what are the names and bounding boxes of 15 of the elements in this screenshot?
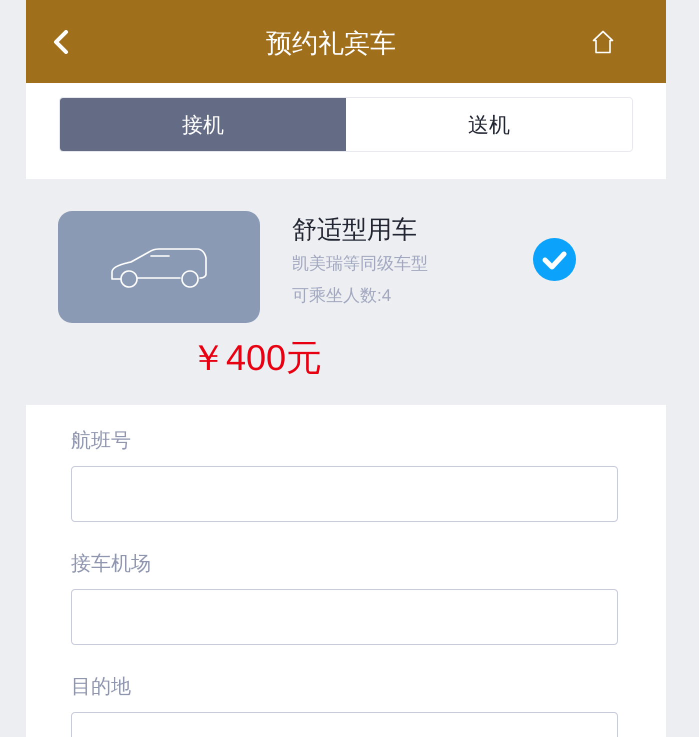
field-label: 航班号 bbox=[71, 429, 131, 454]
input-field[interactable] bbox=[71, 589, 618, 645]
back-icon[interactable] bbox=[52, 30, 70, 54]
tab[interactable]: 接机 bbox=[60, 98, 346, 151]
field-label: 接车机场 bbox=[71, 552, 151, 577]
check-icon[interactable] bbox=[533, 238, 576, 281]
input-field[interactable] bbox=[71, 466, 618, 522]
car-icon bbox=[109, 245, 209, 289]
car-class-name: 舒适型用车 bbox=[292, 215, 417, 246]
price-text: ￥400元 bbox=[190, 336, 322, 380]
seat-count-text: 可乘坐人数:4 bbox=[292, 285, 392, 307]
home-icon[interactable] bbox=[592, 30, 614, 54]
field-label: 目的地 bbox=[71, 675, 131, 700]
page-title: 预约礼宾车 bbox=[266, 27, 396, 60]
car-model-text: 凯美瑞等同级车型 bbox=[292, 253, 428, 275]
